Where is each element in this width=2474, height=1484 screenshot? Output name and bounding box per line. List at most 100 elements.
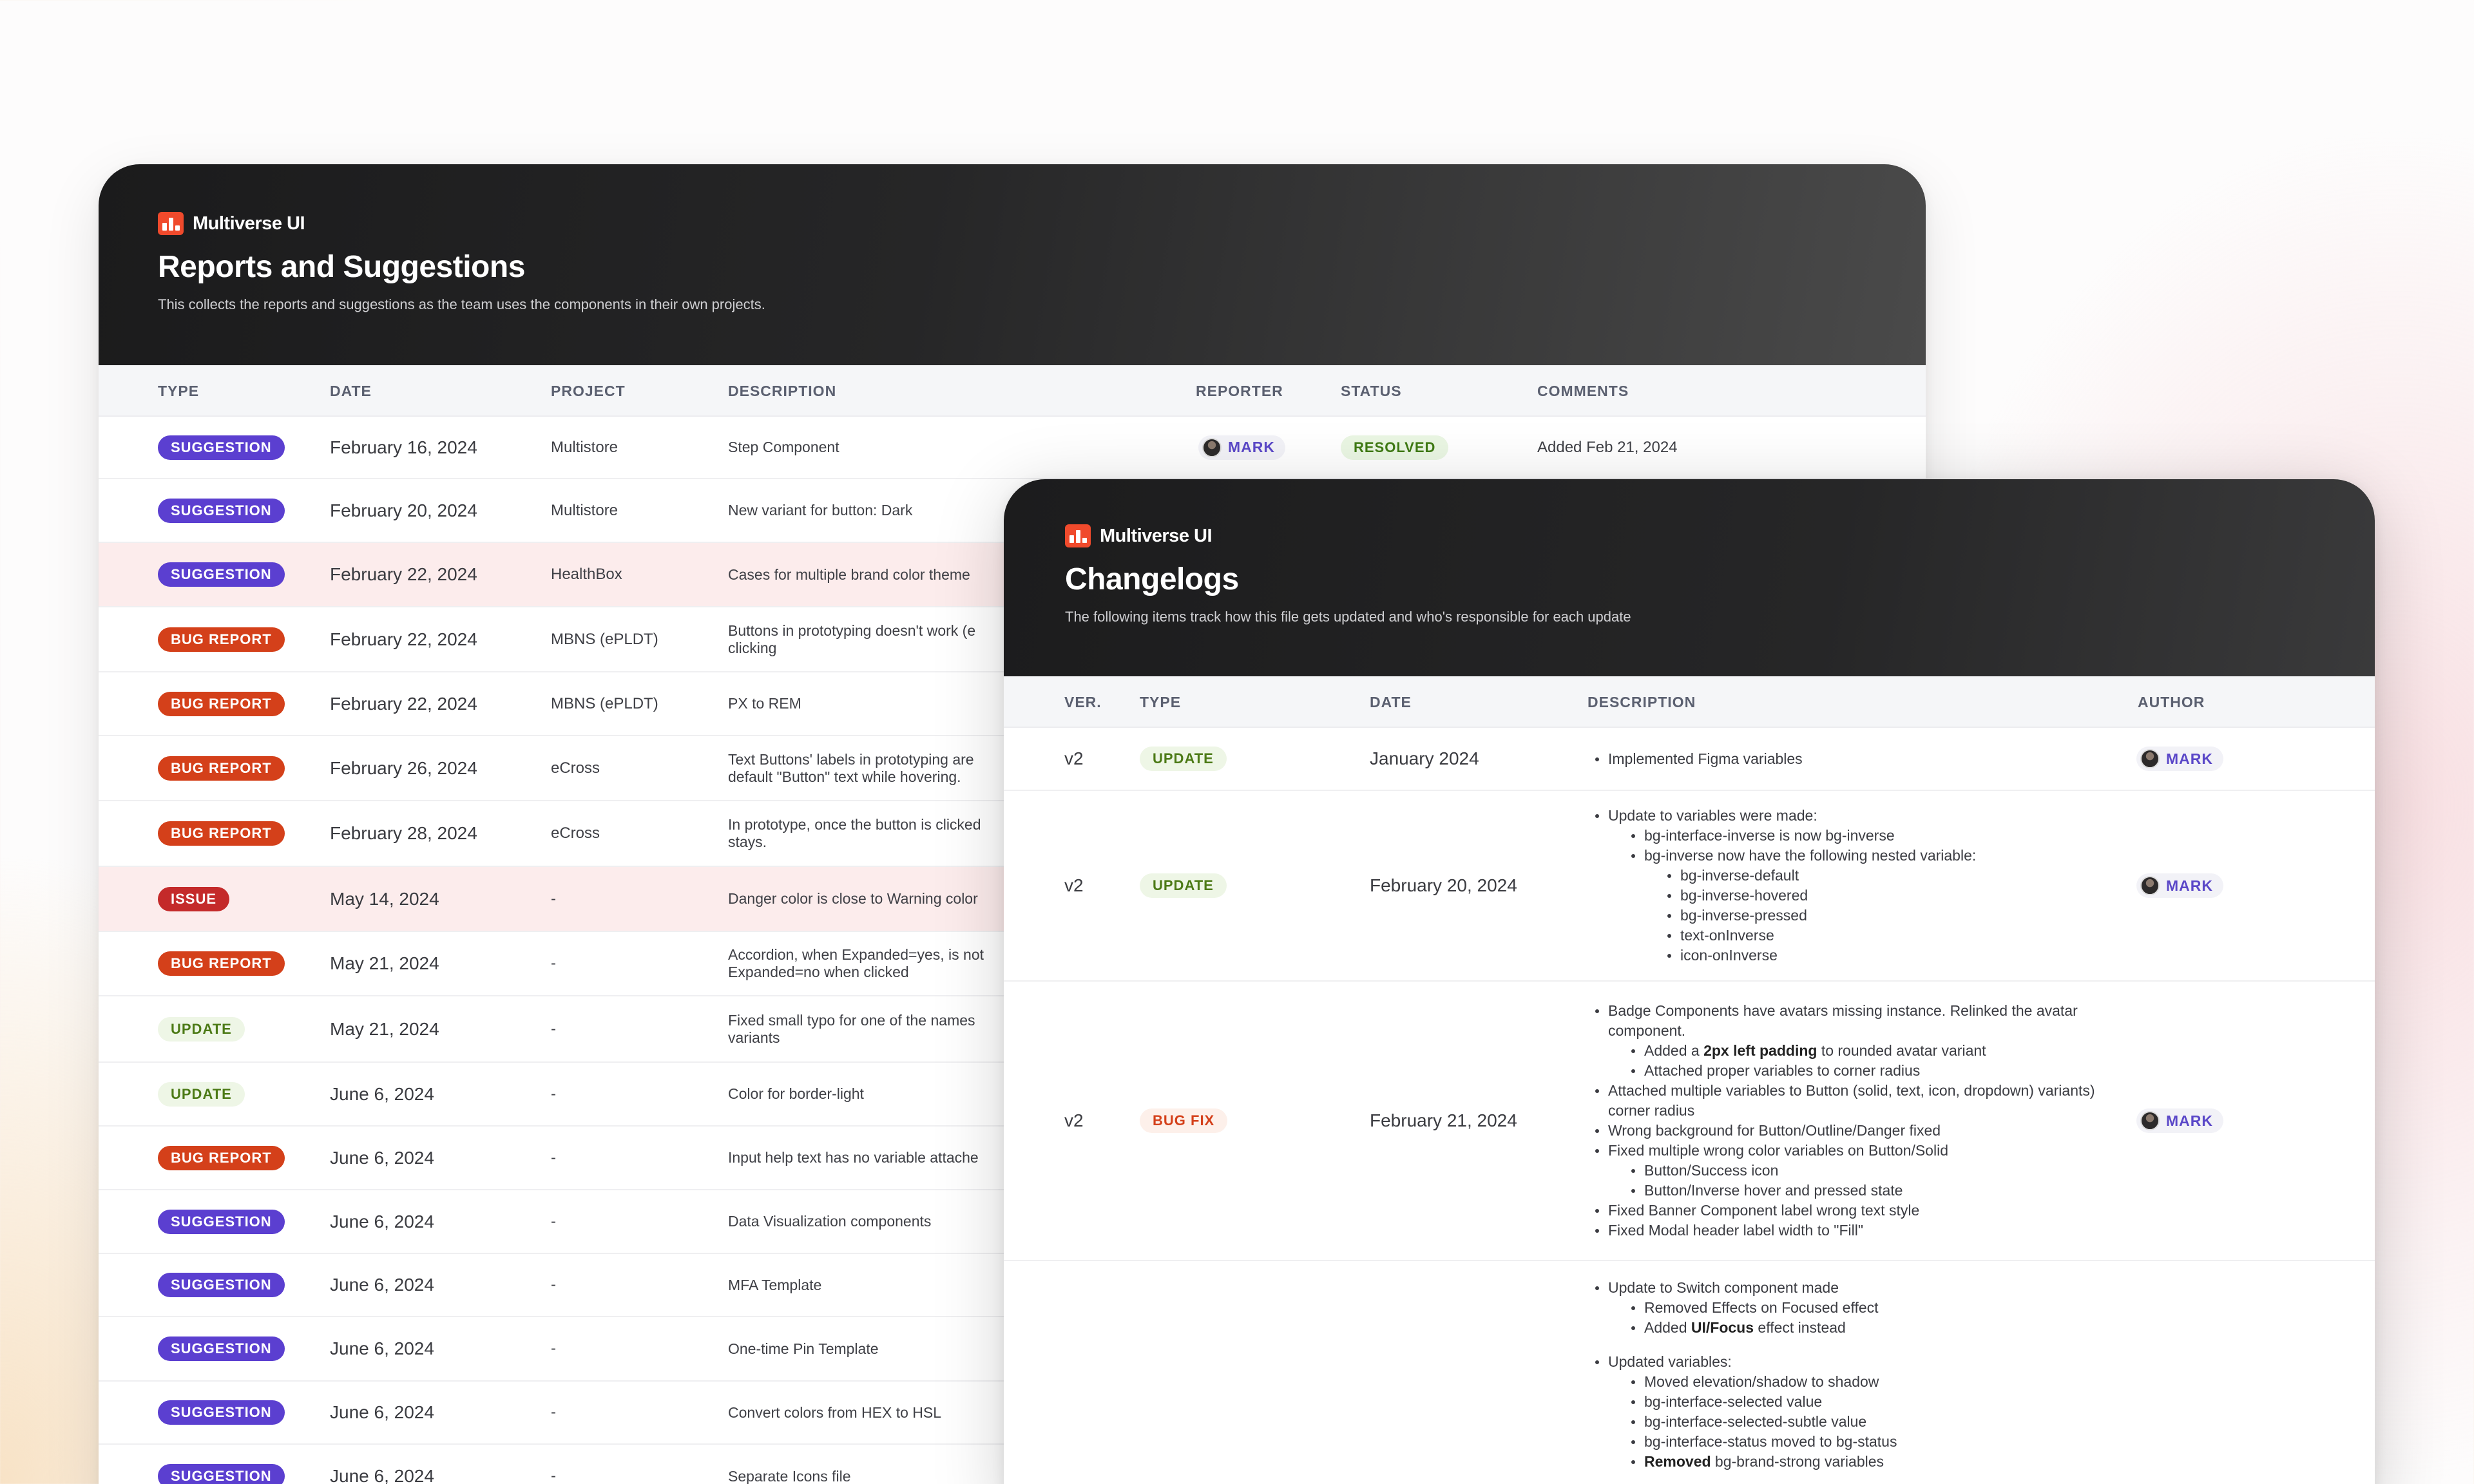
- project-cell: -: [551, 1212, 556, 1230]
- type-cell: BUG REPORT: [158, 672, 285, 735]
- item-text: bg-interface-status moved to bg-status: [1644, 1433, 1897, 1450]
- list-item: Removed Effects on Focused effect: [1630, 1298, 1897, 1318]
- type-badge: BUG REPORT: [158, 627, 285, 652]
- item-text: Button/Success icon: [1644, 1162, 1779, 1179]
- type-badge: SUGGESTION: [158, 1400, 285, 1425]
- reporter-badge[interactable]: MARK: [1198, 435, 1285, 460]
- date-cell: February 22, 2024: [330, 693, 477, 714]
- avatar: [2140, 1111, 2160, 1130]
- list-item: bg-interface-selected-subtle value: [1630, 1412, 1897, 1432]
- date-cell: May 14, 2024: [330, 888, 439, 909]
- type-cell: ISSUE: [158, 867, 230, 931]
- type-badge: SUGGESTION: [158, 562, 285, 587]
- column-header-date[interactable]: DATE: [330, 365, 372, 417]
- type-cell: SUGGESTION: [158, 417, 285, 478]
- version-cell: v2: [1064, 1110, 1084, 1130]
- date-cell: May 21, 2024: [330, 1018, 439, 1039]
- spacer: [1594, 1338, 1897, 1352]
- description-text: Text Buttons' labels in prototyping are …: [728, 750, 974, 785]
- multiverse-logo-icon: [1065, 524, 1091, 547]
- description-text: Input help text has no variable attache: [728, 1149, 979, 1166]
- type-badge: ISSUE: [158, 886, 230, 911]
- changelogs-card: Multiverse UI Changelogs The following i…: [1004, 479, 2375, 1484]
- item-bold: Removed: [1644, 1453, 1711, 1470]
- table-row[interactable]: v2 BUG FIX February 21, 2024 Badge Componen…: [1004, 982, 2375, 1261]
- list-item: Moved elevation/shadow to shadow: [1630, 1372, 1897, 1392]
- description-cell: Badge Components have avatars missing in…: [1594, 982, 2122, 1260]
- changelogs-header: Multiverse UI Changelogs The following i…: [1004, 479, 2375, 676]
- project-cell: -: [551, 1340, 556, 1357]
- item-text: Attached proper variables to corner radi…: [1644, 1062, 1921, 1079]
- type-cell: UPDATE: [158, 996, 245, 1061]
- brand-name: Multiverse UI: [1100, 525, 1213, 546]
- item-text: Fixed Banner Component label wrong text …: [1608, 1202, 1920, 1219]
- column-header-type[interactable]: TYPE: [1140, 676, 1181, 728]
- list-item: Added UI/Focus effect instead: [1630, 1318, 1897, 1338]
- type-cell: SUGGESTION: [158, 1190, 285, 1253]
- author-cell: MARK: [2136, 982, 2223, 1260]
- description-list: bg-interface-inverse is now bg-inverse bg…: [1630, 826, 1976, 966]
- column-header-status[interactable]: STATUS: [1341, 365, 1402, 417]
- column-header-type[interactable]: TYPE: [158, 365, 199, 417]
- page-title: Changelogs: [1065, 562, 1239, 596]
- list-item: Button/Success icon: [1630, 1161, 2122, 1181]
- author-badge[interactable]: MARK: [2136, 747, 2223, 771]
- column-header-reporter[interactable]: REPORTER: [1196, 365, 1283, 417]
- item-text: Moved elevation/shadow to shadow: [1644, 1373, 1879, 1390]
- table-row[interactable]: v2 UPDATE January 2024 Implemented Figma va…: [1004, 728, 2375, 791]
- list-item: Removed bg-brand-strong variables: [1630, 1452, 1897, 1472]
- item-text-after: bg-brand-strong variables: [1711, 1453, 1884, 1470]
- date-cell: February 26, 2024: [330, 757, 477, 778]
- item-text: Badge Components have avatars missing in…: [1608, 1002, 2078, 1039]
- author-name: MARK: [2166, 1112, 2213, 1129]
- list-item: Implemented Figma variables: [1594, 749, 1803, 769]
- item-text: bg-inverse-pressed: [1680, 907, 1807, 924]
- table-row[interactable]: Update to Switch component made Removed E…: [1004, 1261, 2375, 1484]
- column-header-description[interactable]: DESCRIPTION: [1587, 676, 1696, 728]
- description-list: Removed Effects on Focused effect Added U…: [1630, 1298, 1897, 1338]
- project-cell: eCross: [551, 824, 600, 842]
- item-text: Update to variables were made:: [1608, 807, 1817, 824]
- column-header-ver[interactable]: VER.: [1064, 676, 1102, 728]
- type-badge: UPDATE: [1140, 747, 1227, 771]
- type-badge: BUG REPORT: [158, 1145, 285, 1170]
- description-list: Update to Switch component made Removed E…: [1594, 1278, 1897, 1472]
- author-badge[interactable]: MARK: [2136, 873, 2223, 898]
- column-header-project[interactable]: PROJECT: [551, 365, 626, 417]
- item-bold: UI/Focus: [1691, 1319, 1754, 1336]
- reporter-cell: MARK: [1198, 417, 1285, 478]
- date-cell: February 28, 2024: [330, 823, 477, 843]
- column-header-date[interactable]: DATE: [1370, 676, 1412, 728]
- project-cell: HealthBox: [551, 566, 622, 583]
- item-text: Updated variables:: [1608, 1353, 1732, 1370]
- description-list: Button/Success icon Button/Inverse hover …: [1630, 1161, 2122, 1201]
- column-header-comments[interactable]: COMMENTS: [1537, 365, 1629, 417]
- item-text-after: effect instead: [1754, 1319, 1846, 1336]
- item-text: Added a: [1644, 1042, 1704, 1059]
- author-badge[interactable]: MARK: [2136, 1108, 2223, 1133]
- description-cell: Update to variables were made: bg-interfa…: [1594, 791, 2122, 980]
- item-text: Implemented Figma variables: [1608, 750, 1803, 767]
- project-cell: -: [551, 1085, 556, 1103]
- project-cell: -: [551, 955, 556, 972]
- date-cell: February 20, 2024: [1370, 875, 1517, 895]
- project-cell: -: [551, 889, 556, 908]
- description-cell: Step Component: [728, 417, 1102, 478]
- brand: Multiverse UI: [1065, 524, 2375, 547]
- comments-cell: Added Feb 21, 2024: [1537, 438, 1678, 456]
- description-text: In prototype, once the button is clicked…: [728, 816, 981, 850]
- project-cell: -: [551, 1403, 556, 1421]
- item-text: bg-interface-inverse is now bg-inverse: [1644, 827, 1895, 844]
- column-header-author[interactable]: AUTHOR: [2138, 676, 2205, 728]
- item-text-after: to rounded avatar variant: [1817, 1042, 1986, 1059]
- list-item: Added a 2px left padding to rounded avat…: [1630, 1041, 2122, 1061]
- table-row[interactable]: v2 UPDATE February 20, 2024 Update to varia…: [1004, 791, 2375, 982]
- description-list: Moved elevation/shadow to shadow bg-inter…: [1630, 1372, 1897, 1472]
- type-cell: BUG REPORT: [158, 932, 285, 995]
- version-cell: v2: [1064, 875, 1084, 895]
- column-header-description[interactable]: DESCRIPTION: [728, 365, 836, 417]
- table-row[interactable]: SUGGESTION February 16, 2024 Multistore Ste…: [99, 417, 1926, 479]
- page-title: Reports and Suggestions: [158, 250, 525, 284]
- item-text: Button/Inverse hover and pressed state: [1644, 1182, 1903, 1199]
- description-text: PX to REM: [728, 695, 801, 712]
